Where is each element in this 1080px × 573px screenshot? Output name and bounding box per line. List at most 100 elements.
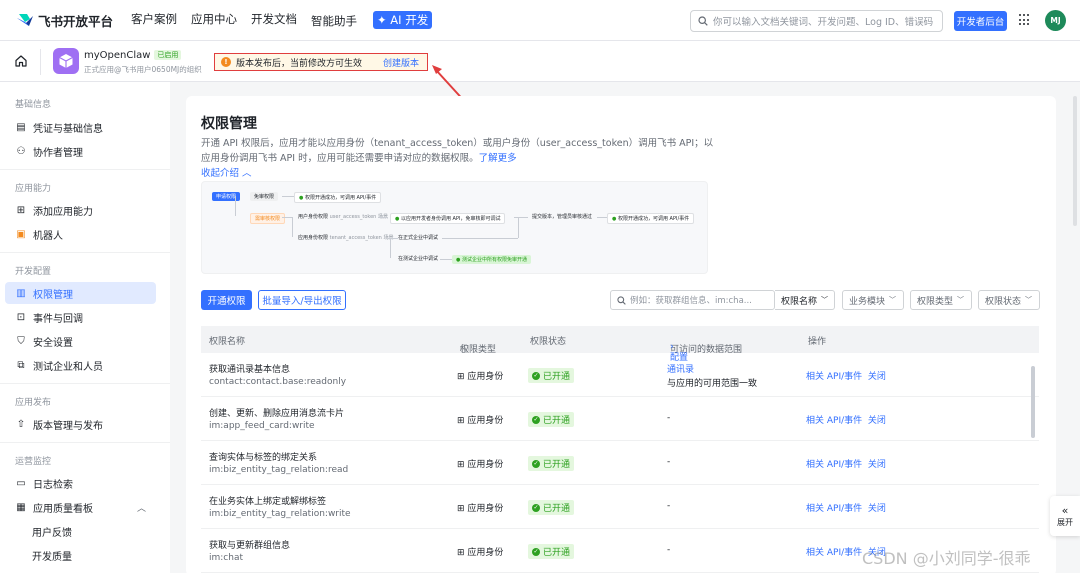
- scope-title-link[interactable]: 通讯录: [667, 362, 694, 375]
- filter-permission-status[interactable]: 权限状态 ﹀: [978, 290, 1040, 310]
- status-badge: ✓ 已开通: [528, 500, 575, 515]
- sidebar-item-add-capability[interactable]: ⊞ 添加应用能力: [5, 199, 156, 221]
- batch-import-export-button[interactable]: 批量导入/导出权限: [258, 290, 346, 310]
- close-permission-link[interactable]: 关闭: [868, 416, 886, 426]
- home-icon[interactable]: [14, 54, 28, 68]
- shield-icon: ⛉: [17, 335, 25, 347]
- sidebar-item-user-feedback[interactable]: 用户反馈: [5, 520, 156, 542]
- sidebar-section-release: 应用发布: [15, 398, 52, 408]
- sidebar-item-version[interactable]: ⇧ 版本管理与发布: [5, 413, 156, 435]
- sidebar-section-basic: 基础信息: [15, 100, 52, 110]
- sidebar-item-collaborators[interactable]: ⚇ 协作者管理: [5, 140, 156, 162]
- flow-line: [292, 217, 293, 237]
- table-scrollbar[interactable]: [1031, 366, 1035, 438]
- flow-line: [390, 238, 391, 258]
- col-ops: 操作: [808, 337, 827, 347]
- filter-business-module[interactable]: 业务模块 ﹀: [842, 290, 904, 310]
- sidebar-item-credentials[interactable]: ▤ 凭证与基础信息: [5, 116, 156, 138]
- close-permission-link[interactable]: 关闭: [868, 372, 886, 382]
- developer-console-button[interactable]: 开发者后台: [954, 11, 1007, 31]
- sidebar-item-events[interactable]: ⊡ 事件与回调: [5, 306, 156, 328]
- flow-free: 免审权限: [250, 192, 279, 201]
- permission-code: im:biz_entity_tag_relation:write: [209, 509, 351, 519]
- app-cube-icon: [53, 48, 79, 74]
- page-scrollbar[interactable]: [1073, 96, 1077, 226]
- status-badge: ✓ 已开通: [528, 456, 575, 471]
- related-api-link[interactable]: 相关 API/事件: [806, 416, 862, 426]
- related-api-link[interactable]: 相关 API/事件: [806, 548, 862, 558]
- double-chevron-left-icon: «: [1061, 504, 1069, 517]
- permission-card: 权限管理 开通 API 权限后，应用才能以应用身份（tenant_access_…: [186, 96, 1056, 573]
- ai-dev-badge: ✦ AI 开发: [373, 11, 433, 29]
- flow-free-result: ● 权限开通成功，可调用 API/事件: [294, 192, 382, 203]
- related-api-link[interactable]: 相关 API/事件: [806, 504, 862, 514]
- sidebar-item-logs[interactable]: ▭ 日志检索: [5, 472, 156, 494]
- app-grid-icon[interactable]: [1019, 14, 1031, 26]
- row-actions: 相关 API/事件 关闭: [806, 413, 886, 426]
- scope-desc: 与应用的可用范围一致: [667, 379, 758, 389]
- app-status-badge: 已启用: [154, 50, 182, 60]
- flow-user-identity: 用户身份权限 user_access_token 场景: [298, 213, 388, 220]
- learn-more-link[interactable]: 了解更多: [479, 153, 517, 164]
- nav-customer-cases[interactable]: 客户案例: [131, 11, 177, 29]
- sidebar-item-label: 协作者管理: [33, 147, 83, 159]
- scope-value: -: [667, 457, 671, 467]
- table-row: 查询实体与标签的绑定关系 im:biz_entity_tag_relation:…: [201, 441, 1039, 485]
- description-text: 开通 API 权限后，应用才能以应用身份（tenant_access_token…: [201, 138, 714, 164]
- create-version-link[interactable]: 创建版本: [383, 56, 419, 69]
- sidebar-item-quality[interactable]: ▦ 应用质量看板 ︿: [5, 496, 156, 518]
- col-status: 权限状态: [530, 337, 567, 347]
- app-identity-icon: ⊞: [457, 548, 465, 558]
- flow-line: [282, 217, 292, 218]
- row-actions: 相关 API/事件 关闭: [806, 501, 886, 514]
- chevron-down-icon: ﹀: [889, 296, 897, 304]
- status-badge: ✓ 已开通: [528, 368, 575, 383]
- sidebar-item-security[interactable]: ⛉ 安全设置: [5, 330, 156, 352]
- sidebar-item-bot[interactable]: ▣ 机器人: [5, 223, 156, 245]
- status-text: 已开通: [543, 372, 571, 382]
- doc-search-input[interactable]: 你可以输入文档关键词、开发问题、Log ID、错误码: [690, 10, 943, 32]
- nav-dev-docs[interactable]: 开发文档: [251, 11, 297, 29]
- table-row: 在业务实体上绑定或解绑标签 im:biz_entity_tag_relation…: [201, 485, 1039, 529]
- status-badge: ✓ 已开通: [528, 544, 575, 559]
- permission-type: ⊞ 应用身份: [457, 457, 503, 470]
- flow-tenant-token: tenant_access_token: [329, 235, 382, 241]
- top-navbar: 飞书开放平台 客户案例 应用中心 开发文档 智能助手 ✦ AI 开发 你可以输入文…: [0, 0, 1080, 41]
- search-field-select[interactable]: 权限名称 ﹀: [775, 290, 835, 310]
- sidebar-item-permissions[interactable]: ▥ 权限管理: [5, 282, 156, 304]
- filter-label: 权限状态: [985, 296, 1022, 307]
- permission-name: 创建、更新、删除应用消息流卡片: [209, 409, 345, 419]
- permission-search-input[interactable]: 例如：获取群组信息、im:cha...: [610, 290, 775, 310]
- nav-app-center[interactable]: 应用中心: [191, 11, 237, 29]
- related-api-link[interactable]: 相关 API/事件: [806, 460, 862, 470]
- filter-permission-type[interactable]: 权限类型 ﹀: [910, 290, 972, 310]
- flow-line: [514, 217, 528, 218]
- sidebar-section-ops: 运营监控: [15, 457, 52, 467]
- close-permission-link[interactable]: 关闭: [868, 460, 886, 470]
- flow-line: [442, 238, 518, 239]
- flow-user-identity-text: 用户身份权限: [298, 214, 329, 220]
- enable-permission-button[interactable]: 开通权限: [201, 290, 252, 310]
- expand-label: 展开: [1057, 518, 1073, 527]
- filter-label: 权限类型: [917, 296, 954, 307]
- flow-submit: 提交版本，管理员审核通过: [532, 214, 593, 220]
- permission-name: 查询实体与标签的绑定关系: [209, 453, 318, 463]
- warning-icon: !: [221, 57, 231, 67]
- permission-code: contact:contact.base:readonly: [209, 377, 347, 387]
- platform-logo[interactable]: 飞书开放平台: [16, 11, 116, 30]
- user-avatar[interactable]: MJ: [1045, 10, 1066, 31]
- nav-smart-assistant[interactable]: 智能助手 ✦ AI 开发: [311, 11, 446, 29]
- close-permission-link[interactable]: 关闭: [868, 504, 886, 514]
- chevron-down-icon: ﹀: [821, 296, 829, 304]
- scope-config-link[interactable]: 配置 ›: [670, 342, 688, 363]
- chevron-up-icon: ︿: [242, 168, 252, 179]
- expand-panel-button[interactable]: « 展开: [1050, 496, 1080, 536]
- permission-icon: ▥: [16, 287, 26, 299]
- sidebar-item-dev-quality[interactable]: 开发质量: [5, 544, 156, 566]
- sidebar-section-capability: 应用能力: [15, 184, 52, 194]
- collapse-intro-button[interactable]: 收起介绍 ︿: [201, 165, 252, 179]
- sidebar-item-label: 机器人: [33, 230, 63, 242]
- flow-test-ent-result: ● 测试企业中所有权限免审开通: [452, 255, 531, 264]
- related-api-link[interactable]: 相关 API/事件: [806, 372, 862, 382]
- sidebar-item-test-enterprise[interactable]: ⧉ 测试企业和人员: [5, 354, 156, 376]
